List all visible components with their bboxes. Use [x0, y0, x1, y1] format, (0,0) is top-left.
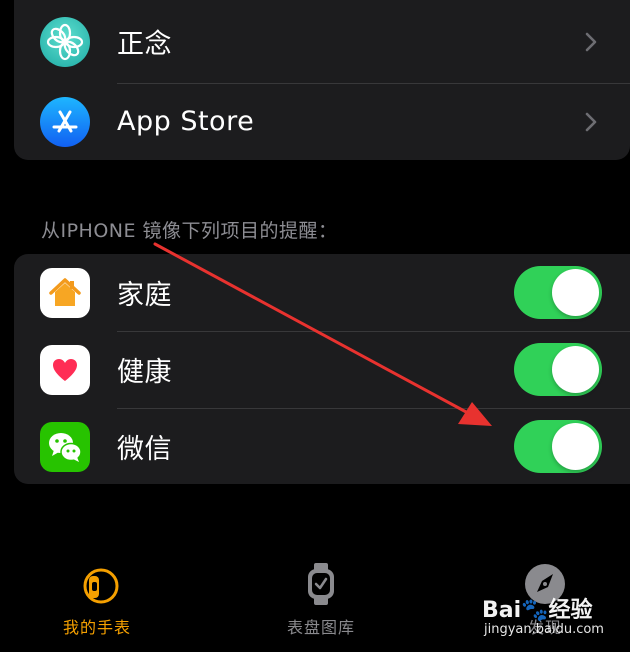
toggle-knob	[552, 423, 599, 470]
row-label-mindfulness: 正念	[117, 29, 172, 60]
row-mindfulness[interactable]: 正念	[14, 0, 630, 83]
row-label-app-store: App Store	[117, 106, 255, 137]
row-app-store[interactable]: App Store	[14, 83, 630, 160]
watermark-url: jingyan.baidu.com	[484, 622, 604, 637]
app-store-icon	[40, 96, 90, 147]
mirror-section-header: 从IPHONE 镜像下列项目的提醒：	[41, 220, 338, 242]
tab-my-watch[interactable]: 我的手表	[17, 560, 177, 638]
row-label-health: 健康	[117, 357, 172, 388]
baidu-jingyan-watermark: Bai🐾经验 jingyan.baidu.com	[482, 592, 622, 642]
chevron-right-icon	[585, 32, 597, 51]
row-home: 家庭	[14, 254, 630, 331]
home-toggle[interactable]	[514, 266, 602, 319]
toggle-knob	[552, 346, 599, 393]
toggle-knob	[552, 269, 599, 316]
chevron-right-icon	[585, 112, 597, 131]
wechat-toggle[interactable]	[514, 420, 602, 473]
row-health: 健康	[14, 331, 630, 408]
watermark-brand: Bai🐾经验	[482, 598, 593, 623]
mindfulness-icon	[40, 16, 90, 67]
watch-face-icon	[308, 563, 334, 605]
health-icon	[40, 344, 90, 395]
apps-settings-group: 正念 App Store	[14, 0, 630, 160]
row-label-wechat: 微信	[117, 434, 172, 465]
wechat-icon	[40, 421, 90, 472]
home-icon	[40, 267, 90, 318]
row-label-home: 家庭	[117, 280, 172, 311]
row-wechat: 微信	[14, 408, 630, 484]
tab-watch-faces[interactable]: 表盘图库	[241, 560, 401, 638]
mirror-alerts-group: 家庭 健康 微信	[14, 254, 630, 484]
health-toggle[interactable]	[514, 343, 602, 396]
tab-label-my-watch: 我的手表	[62, 618, 131, 637]
tab-label-watch-faces: 表盘图库	[286, 618, 355, 637]
watch-icon	[83, 568, 119, 604]
